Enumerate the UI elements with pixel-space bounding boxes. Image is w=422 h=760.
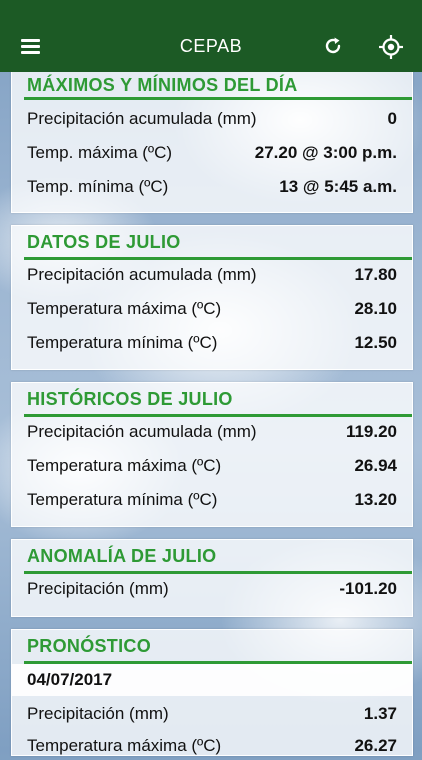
row-value: 1.37: [363, 704, 397, 723]
row-value: 26.94: [354, 456, 397, 475]
row-label: Temperatura mínima (ºC): [27, 490, 218, 509]
row-today-tmax: Temp. máxima (ºC) 27.20 @ 3:00 p.m.: [27, 143, 397, 167]
row-label: Temperatura máxima (ºC): [27, 736, 222, 755]
refresh-icon: [325, 37, 341, 54]
row-label: Temp. máxima (ºC): [27, 143, 173, 162]
card-divider: [24, 97, 412, 100]
row-label: Temp. mínima (ºC): [27, 177, 169, 196]
refresh-button[interactable]: [321, 34, 347, 60]
card-title-historical: HISTÓRICOS DE JULIO: [27, 389, 233, 409]
row-value: 0: [387, 109, 397, 128]
forecast-date-band: 04/07/2017: [12, 664, 412, 696]
row-label: Temperatura mínima (ºC): [27, 333, 218, 352]
card-divider: [24, 571, 412, 574]
app-title: CEPAB: [179, 36, 243, 56]
crosshair-icon: [379, 35, 403, 59]
locate-button[interactable]: [378, 34, 404, 60]
row-label: Precipitación (mm): [27, 704, 169, 723]
card-divider: [24, 414, 412, 417]
card-month-data: DATOS DE JULIO Precipitación acumulada (…: [11, 225, 413, 370]
row-month-precip: Precipitación acumulada (mm) 17.80: [27, 265, 397, 289]
card-forecast: PRONÓSTICO 04/07/2017 Precipitación (mm)…: [11, 629, 413, 756]
row-value: 119.20: [345, 422, 397, 441]
row-value: 12.50: [354, 333, 397, 352]
card-historical: HISTÓRICOS DE JULIO Precipitación acumul…: [11, 382, 413, 527]
row-value: 27.20 @ 3:00 p.m.: [254, 143, 397, 162]
row-value: 28.10: [354, 299, 397, 318]
card-anomaly: ANOMALÍA DE JULIO Precipitación (mm) -10…: [11, 539, 413, 617]
row-hist-tmin: Temperatura mínima (ºC) 13.20: [27, 490, 397, 514]
row-label: Precipitación (mm): [27, 579, 169, 598]
row-value: 17.80: [354, 265, 397, 284]
row-value: 26.27: [354, 736, 397, 755]
row-forecast-tmax: Temperatura máxima (ºC) 26.27: [27, 736, 397, 760]
card-today: MÁXIMOS Y MÍNIMOS DEL DÍA Precipitación …: [11, 58, 413, 213]
row-label: Precipitación acumulada (mm): [27, 109, 257, 128]
row-today-tmin: Temp. mínima (ºC) 13 @ 5:45 a.m.: [27, 177, 397, 201]
row-label: Precipitación acumulada (mm): [27, 422, 257, 441]
card-divider: [24, 257, 412, 260]
row-value: -101.20: [339, 579, 397, 598]
row-forecast-precip: Precipitación (mm) 1.37: [27, 704, 397, 728]
row-anomaly-precip: Precipitación (mm) -101.20: [27, 579, 397, 603]
card-title-anomaly: ANOMALÍA DE JULIO: [27, 546, 217, 566]
row-month-tmax: Temperatura máxima (ºC) 28.10: [27, 299, 397, 323]
row-label: Temperatura máxima (ºC): [27, 299, 222, 318]
row-value: 13 @ 5:45 a.m.: [279, 177, 397, 196]
row-hist-precip: Precipitación acumulada (mm) 119.20: [27, 422, 397, 446]
row-label: Precipitación acumulada (mm): [27, 265, 257, 284]
row-hist-tmax: Temperatura máxima (ºC) 26.94: [27, 456, 397, 480]
app-header: CEPAB: [0, 0, 422, 72]
card-title-today: MÁXIMOS Y MÍNIMOS DEL DÍA: [27, 75, 298, 95]
card-title-month: DATOS DE JULIO: [27, 232, 181, 252]
card-title-forecast: PRONÓSTICO: [27, 636, 152, 656]
row-today-precip: Precipitación acumulada (mm) 0: [27, 109, 397, 133]
forecast-date: 04/07/2017: [27, 670, 113, 689]
row-value: 13.20: [354, 490, 397, 509]
row-month-tmin: Temperatura mínima (ºC) 12.50: [27, 333, 397, 357]
row-label: Temperatura máxima (ºC): [27, 456, 222, 475]
